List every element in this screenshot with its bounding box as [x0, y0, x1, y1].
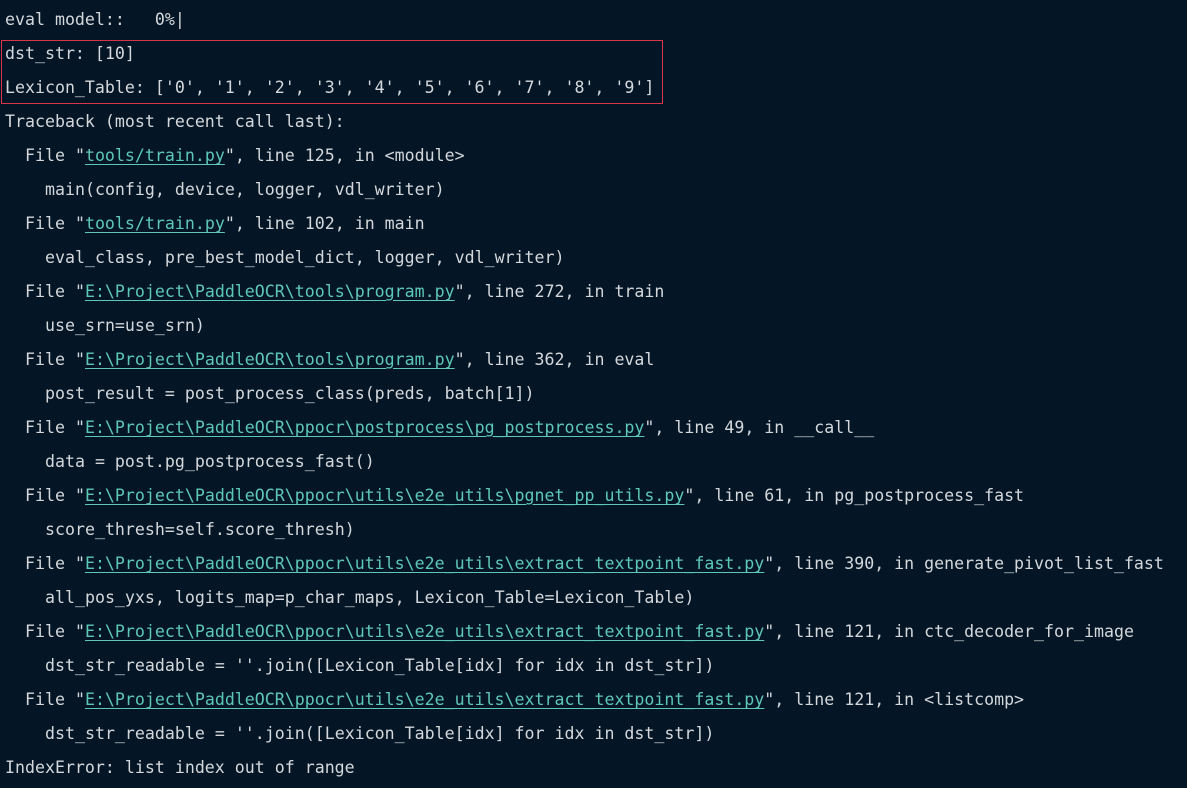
file-suffix: ", line 49, in __call__: [644, 418, 875, 437]
traceback-file-line: File "E:\Project\PaddleOCR\tools\program…: [5, 343, 654, 377]
traceback-file-line: File "tools/train.py", line 125, in <mod…: [5, 139, 465, 173]
file-path-link[interactable]: tools/train.py: [85, 214, 225, 233]
file-path-link[interactable]: E:\Project\PaddleOCR\ppocr\postprocess\p…: [85, 418, 644, 437]
file-prefix: File ": [25, 486, 85, 505]
lexicon-table-line: Lexicon_Table: ['0', '1', '2', '3', '4',…: [5, 78, 655, 97]
traceback-code-line: score_thresh=self.score_thresh): [45, 520, 355, 539]
file-suffix: ", line 125, in <module>: [224, 146, 465, 165]
progress-line: eval model:: 0%|: [5, 10, 185, 29]
traceback-code-line: use_srn=use_srn): [45, 316, 205, 335]
dst-str-line: dst_str: [10]: [5, 44, 135, 63]
traceback-file-line: File "E:\Project\PaddleOCR\ppocr\utils\e…: [5, 683, 1024, 717]
traceback-file-line: File "E:\Project\PaddleOCR\tools\program…: [5, 275, 664, 309]
traceback-code-line: data = post.pg_postprocess_fast(): [45, 452, 375, 471]
file-path-link[interactable]: tools/train.py: [85, 146, 225, 165]
file-prefix: File ": [25, 690, 85, 709]
file-prefix: File ": [25, 622, 85, 641]
traceback-header: Traceback (most recent call last):: [5, 112, 345, 131]
file-prefix: File ": [25, 282, 85, 301]
file-suffix: ", line 362, in eval: [454, 350, 655, 369]
file-path-link[interactable]: E:\Project\PaddleOCR\ppocr\utils\e2e_uti…: [85, 690, 764, 709]
traceback-code-line: dst_str_readable = ''.join([Lexicon_Tabl…: [45, 724, 715, 743]
traceback-code-line: dst_str_readable = ''.join([Lexicon_Tabl…: [45, 656, 715, 675]
file-prefix: File ": [25, 418, 85, 437]
file-path-link[interactable]: E:\Project\PaddleOCR\tools\program.py: [85, 282, 455, 301]
file-path-link[interactable]: E:\Project\PaddleOCR\ppocr\utils\e2e_uti…: [85, 486, 684, 505]
file-suffix: ", line 121, in <listcomp>: [764, 690, 1025, 709]
terminal-output[interactable]: eval model:: 0%| dst_str: [10] Lexicon_T…: [0, 0, 1187, 788]
file-prefix: File ": [25, 554, 85, 573]
traceback-code-line: eval_class, pre_best_model_dict, logger,…: [45, 248, 565, 267]
file-prefix: File ": [25, 350, 85, 369]
file-path-link[interactable]: E:\Project\PaddleOCR\ppocr\utils\e2e_uti…: [85, 622, 764, 641]
traceback-file-line: File "E:\Project\PaddleOCR\ppocr\utils\e…: [5, 479, 1024, 513]
file-prefix: File ": [25, 146, 85, 165]
file-suffix: ", line 272, in train: [454, 282, 665, 301]
traceback-file-line: File "E:\Project\PaddleOCR\ppocr\utils\e…: [5, 615, 1134, 649]
file-path-link[interactable]: E:\Project\PaddleOCR\tools\program.py: [85, 350, 455, 369]
traceback-file-line: File "E:\Project\PaddleOCR\ppocr\utils\e…: [5, 547, 1164, 581]
file-path-link[interactable]: E:\Project\PaddleOCR\ppocr\utils\e2e_uti…: [85, 554, 764, 573]
traceback-file-line: File "E:\Project\PaddleOCR\ppocr\postpro…: [5, 411, 874, 445]
file-suffix: ", line 121, in ctc_decoder_for_image: [764, 622, 1134, 641]
traceback-file-line: File "tools/train.py", line 102, in main: [5, 207, 425, 241]
error-message: IndexError: list index out of range: [5, 758, 355, 777]
traceback-code-line: all_pos_yxs, logits_map=p_char_maps, Lex…: [45, 588, 695, 607]
file-suffix: ", line 61, in pg_postprocess_fast: [684, 486, 1025, 505]
traceback-code-line: main(config, device, logger, vdl_writer): [45, 180, 445, 199]
file-prefix: File ": [25, 214, 85, 233]
file-suffix: ", line 102, in main: [224, 214, 425, 233]
traceback-code-line: post_result = post_process_class(preds, …: [45, 384, 535, 403]
file-suffix: ", line 390, in generate_pivot_list_fast: [764, 554, 1164, 573]
